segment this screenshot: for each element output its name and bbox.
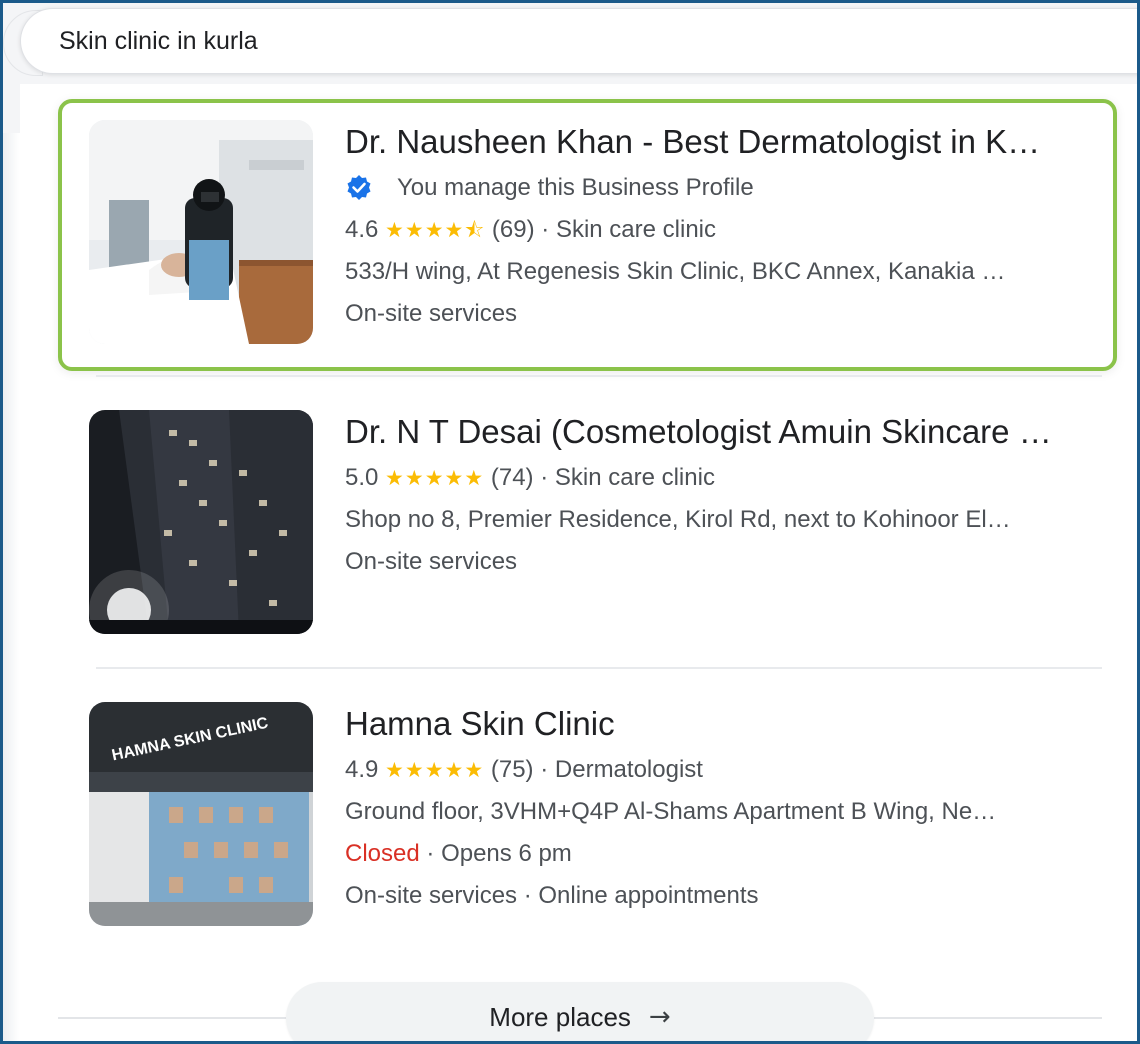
separator: · [540, 464, 549, 491]
closed-status: Closed [345, 840, 420, 867]
result-details: Dr. N T Desai (Cosmetologist Amuin Skinc… [345, 410, 1120, 634]
search-input[interactable] [59, 26, 959, 56]
result-title[interactable]: Hamna Skin Clinic [345, 704, 1120, 744]
result-item[interactable]: HAMNA SKIN CLINIC Hamna Skin Clinic 4.9 … [89, 702, 1129, 926]
rating-stars-icon: ★★★★★ [385, 466, 485, 490]
business-address: 533/H wing, At Regenesis Skin Clinic, BK… [345, 258, 1006, 285]
hours-row: Closed · Opens 6 pm [345, 838, 1120, 870]
separator: · [523, 882, 532, 909]
separator: · [540, 756, 549, 783]
business-services: On-site services · Online appointments [345, 880, 1120, 912]
verified-badge-icon [345, 174, 373, 202]
result-thumbnail[interactable] [89, 410, 313, 634]
result-item[interactable]: Dr. N T Desai (Cosmetologist Amuin Skinc… [89, 410, 1129, 634]
result-divider [96, 667, 1102, 669]
review-count: (74) [490, 464, 534, 491]
result-title[interactable]: Dr. N T Desai (Cosmetologist Amuin Skinc… [345, 412, 1120, 452]
rating-stars-icon: ★★★★⯪ [385, 218, 486, 242]
business-address: Ground floor, 3VHM+Q4P Al-Shams Apartmen… [345, 798, 997, 825]
rating-row: 4.9 ★★★★★ (75) · Dermatologist [345, 754, 1120, 786]
search-bar[interactable] [20, 8, 1140, 74]
result-item[interactable]: Dr. Nausheen Khan - Best Dermatologist i… [58, 99, 1129, 371]
result-thumbnail[interactable] [89, 120, 313, 344]
separator: · [426, 840, 435, 867]
business-profile-text: You manage this Business Profile [397, 174, 754, 201]
separator: · [541, 216, 550, 243]
result-details: Hamna Skin Clinic 4.9 ★★★★★ (75) · Derma… [345, 702, 1120, 926]
rating-value: 5.0 [345, 464, 379, 491]
result-title[interactable]: Dr. Nausheen Khan - Best Dermatologist i… [345, 122, 1120, 162]
rating-row: 4.6 ★★★★⯪ (69) · Skin care clinic [345, 214, 1120, 246]
business-category: Dermatologist [554, 756, 703, 783]
rating-row: 5.0 ★★★★★ (74) · Skin care clinic [345, 462, 1120, 494]
business-services: On-site services [345, 300, 518, 327]
business-address: Shop no 8, Premier Residence, Kirol Rd, … [345, 506, 1011, 533]
more-places-button[interactable]: More places → [286, 982, 874, 1044]
left-edge-shade [3, 3, 19, 1041]
rating-value: 4.9 [345, 756, 379, 783]
more-places-label: More places [489, 1002, 631, 1032]
service-onsite: On-site services [345, 882, 518, 909]
review-count: (75) [490, 756, 534, 783]
result-thumbnail[interactable]: HAMNA SKIN CLINIC [89, 702, 313, 926]
result-divider [96, 375, 1102, 377]
rating-value: 4.6 [345, 216, 379, 243]
business-services: On-site services [345, 548, 518, 575]
opening-hours: Opens 6 pm [441, 840, 572, 867]
business-category: Skin care clinic [554, 464, 715, 491]
review-count: (69) [491, 216, 535, 243]
result-details: Dr. Nausheen Khan - Best Dermatologist i… [345, 120, 1120, 344]
business-profile-note: You manage this Business Profile [345, 172, 1120, 204]
service-online-appointments: Online appointments [538, 882, 759, 909]
business-category: Skin care clinic [555, 216, 717, 243]
arrow-right-icon: → [648, 1002, 671, 1032]
rating-stars-icon: ★★★★★ [385, 758, 485, 782]
